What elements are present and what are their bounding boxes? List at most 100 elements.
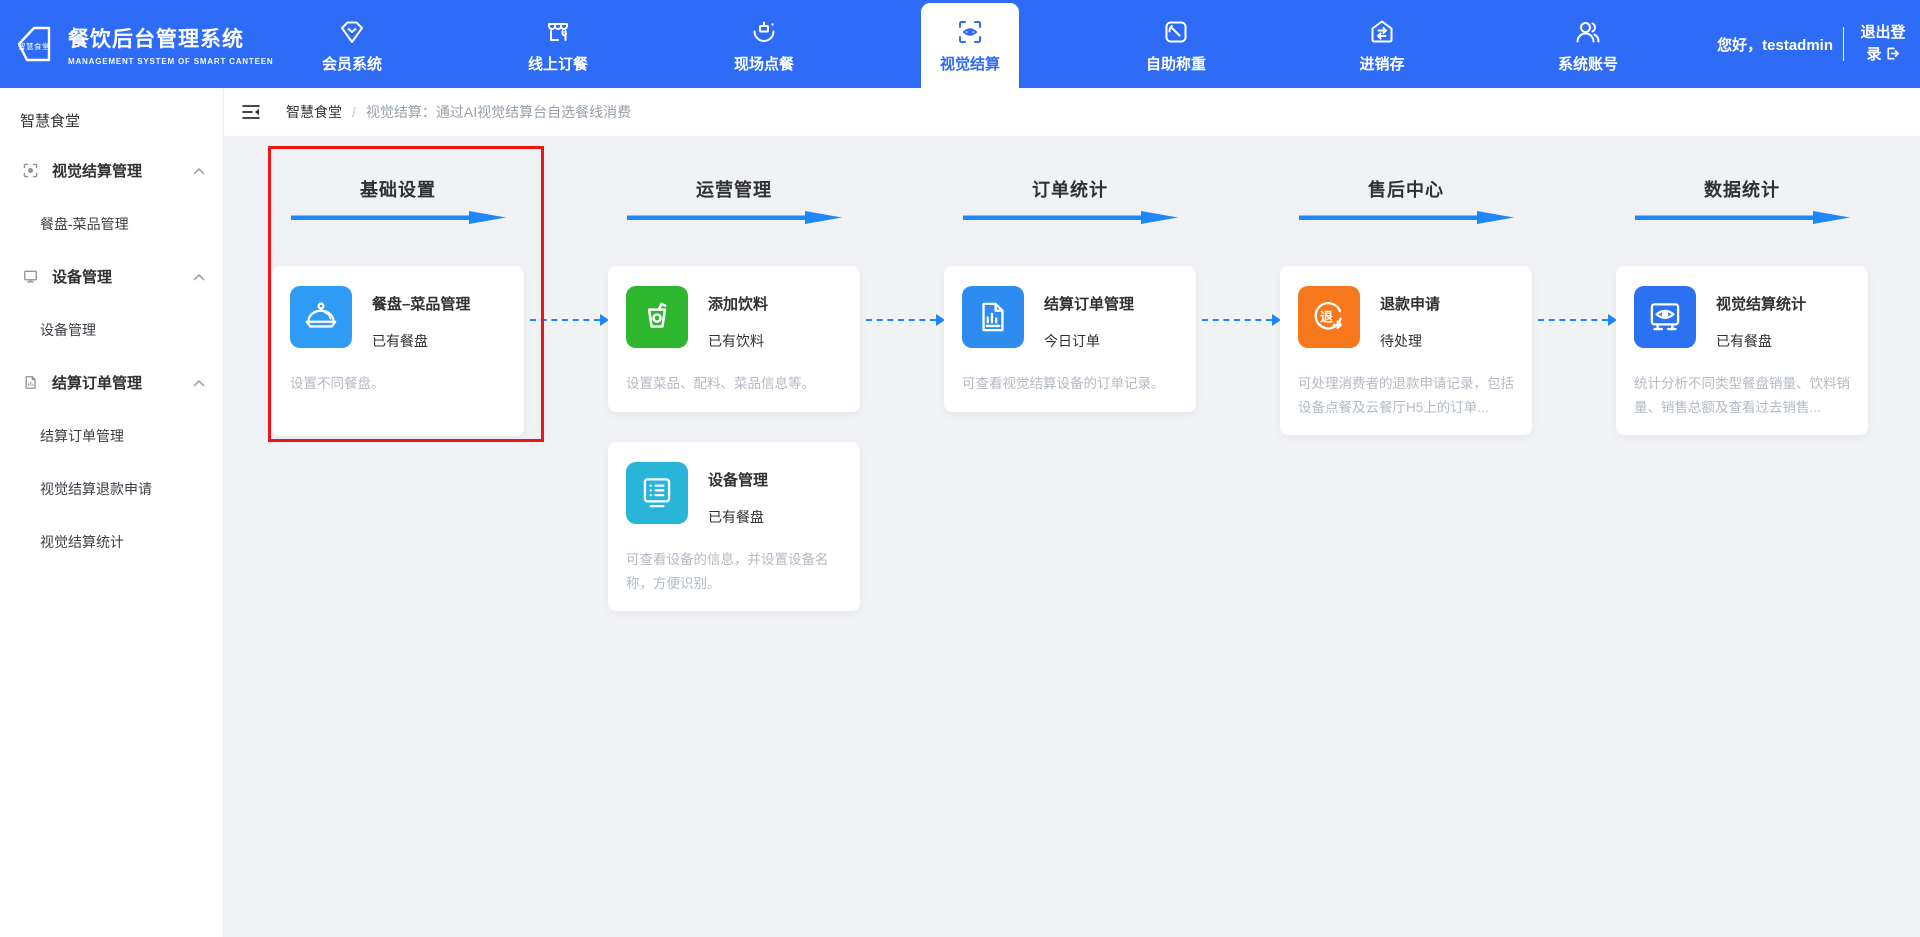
card-desc: 统计分析不同类型餐盘销量、饮料销量、销售总额及查看过去销售...	[1634, 372, 1850, 419]
sidebar-group-label: 设备管理	[52, 266, 112, 287]
vision-scan-icon	[22, 162, 40, 180]
sidebar-item-visual-refund-request[interactable]: 视觉结算退款申请	[0, 462, 223, 515]
nav-item-label: 现场点餐	[734, 53, 794, 74]
breadcrumb-separator: /	[352, 104, 356, 120]
flow-column-basic-settings: 基础设置 餐盘–菜品管理 已有餐盘 设置不同餐盘。	[272, 136, 524, 436]
sidebar-title: 智慧食堂	[0, 88, 223, 144]
document-icon	[22, 374, 40, 392]
nav-item-label: 进销存	[1359, 53, 1404, 74]
divider	[1843, 27, 1844, 61]
main-content: 基础设置 餐盘–菜品管理 已有餐盘 设置不同餐盘。 运营管理	[224, 136, 1920, 937]
sidebar-group-label: 结算订单管理	[52, 372, 142, 393]
card-status: 已有餐盘	[708, 507, 768, 527]
logo-text: 智慧食堂	[18, 41, 50, 52]
logo: 智慧食堂	[10, 20, 58, 68]
column-arrow-icon	[1635, 211, 1850, 224]
page-title: 餐饮后台管理系统	[68, 23, 273, 53]
sidebar-item-dish-menu-mgmt[interactable]: 餐盘-菜品管理	[0, 197, 223, 250]
app-titles: 餐饮后台管理系统 MANAGEMENT SYSTEM OF SMART CANT…	[68, 23, 273, 66]
chevron-up-icon	[193, 167, 205, 175]
flow-connector-arrow	[866, 319, 936, 321]
column-arrow-icon	[291, 211, 506, 224]
card-title: 添加饮料	[708, 293, 768, 314]
sidebar-item-label: 餐盘-菜品管理	[40, 214, 129, 234]
sidebar: 智慧食堂 视觉结算管理 餐盘-菜品管理 设备管理 设备管理 结算订单管理 结算订…	[0, 88, 224, 937]
card-device-mgmt[interactable]: 设备管理 已有餐盘 可查看设备的信息，并设置设备名称，方便识别。	[608, 442, 860, 611]
drink-cup-icon	[626, 286, 688, 348]
nav-item-label: 视觉结算	[940, 53, 1000, 74]
column-arrow-icon	[1299, 211, 1514, 224]
sidebar-group-label: 视觉结算管理	[52, 160, 142, 181]
card-refund-request[interactable]: 退 退款申请 待处理 可处理消费者的退款申请记录，包括设备点餐及云餐厅H5上的订…	[1280, 266, 1532, 435]
sidebar-item-visual-checkout-stats[interactable]: 视觉结算统计	[0, 515, 223, 568]
card-title: 餐盘–菜品管理	[372, 293, 470, 314]
nav-item-onsite-ordering[interactable]: 现场点餐	[661, 0, 867, 88]
breadcrumb-root[interactable]: 智慧食堂	[286, 102, 342, 122]
card-visual-checkout-stats[interactable]: 视觉结算统计 已有餐盘 统计分析不同类型餐盘销量、饮料销量、销售总额及查看过去销…	[1616, 266, 1868, 435]
card-desc: 设置不同餐盘。	[290, 372, 506, 396]
nav-item-visual-checkout[interactable]: 视觉结算	[867, 0, 1073, 88]
device-screen-icon	[626, 462, 688, 524]
column-arrow-icon	[627, 211, 842, 224]
breadcrumb-bar: 智慧食堂 / 视觉结算：通过AI视觉结算台自选餐线消费	[224, 88, 1920, 136]
user-area: 您好，testadmin 退出登录	[1717, 0, 1912, 88]
cloche-icon	[290, 286, 352, 348]
sidebar-item-device-mgmt[interactable]: 设备管理	[0, 303, 223, 356]
sidebar-group-settlement-orders[interactable]: 结算订单管理	[0, 356, 223, 409]
gem-icon	[338, 17, 366, 47]
nav-item-member-system[interactable]: 会员系统	[249, 0, 455, 88]
card-desc: 设置菜品、配料、菜品信息等。	[626, 372, 842, 396]
nav-item-label: 线上订餐	[528, 53, 588, 74]
card-add-drinks[interactable]: 添加饮料 已有饮料 设置菜品、配料、菜品信息等。	[608, 266, 860, 412]
card-title: 结算订单管理	[1044, 293, 1134, 314]
logout-button[interactable]: 退出登录	[1854, 22, 1912, 67]
sidebar-item-settlement-order-mgmt[interactable]: 结算订单管理	[0, 409, 223, 462]
user-greeting: 您好，testadmin	[1717, 34, 1833, 55]
card-status: 已有饮料	[708, 331, 768, 351]
card-dish-menu-mgmt[interactable]: 餐盘–菜品管理 已有餐盘 设置不同餐盘。	[272, 266, 524, 436]
sidebar-group-visual-checkout-mgmt[interactable]: 视觉结算管理	[0, 144, 223, 197]
card-desc: 可处理消费者的退款申请记录，包括设备点餐及云餐厅H5上的订单...	[1298, 372, 1514, 419]
column-title: 订单统计	[944, 176, 1196, 202]
logout-icon	[1885, 46, 1900, 61]
card-desc: 可查看设备的信息，并设置设备名称，方便识别。	[626, 548, 842, 595]
nav-item-system-account[interactable]: 系统账号	[1485, 0, 1691, 88]
card-status: 今日订单	[1044, 331, 1134, 351]
refund-icon: 退	[1298, 286, 1360, 348]
flow-column-operations: 运营管理 添加饮料 已有饮料 设置菜品、配料、菜品信息等。	[608, 136, 860, 611]
storefront-icon	[544, 17, 572, 47]
card-title: 视觉结算统计	[1716, 293, 1806, 314]
card-title: 退款申请	[1380, 293, 1440, 314]
nav-item-label: 会员系统	[322, 53, 382, 74]
column-title: 基础设置	[272, 176, 524, 202]
sidebar-item-label: 视觉结算退款申请	[40, 479, 152, 499]
column-title: 售后中心	[1280, 176, 1532, 202]
chevron-up-icon	[193, 379, 205, 387]
report-doc-icon	[962, 286, 1024, 348]
menu-fold-icon[interactable]	[242, 104, 260, 120]
top-nav: 会员系统 线上订餐 现场点餐	[249, 0, 1691, 88]
nav-item-inventory[interactable]: 进销存	[1279, 0, 1485, 88]
sidebar-item-label: 视觉结算统计	[40, 532, 124, 552]
scale-gauge-icon	[1162, 17, 1190, 47]
brand: 智慧食堂 餐饮后台管理系统 MANAGEMENT SYSTEM OF SMART…	[10, 0, 273, 88]
card-title: 设备管理	[708, 469, 768, 490]
sidebar-group-device-mgmt[interactable]: 设备管理	[0, 250, 223, 303]
card-status: 已有餐盘	[372, 331, 470, 351]
card-settlement-order-mgmt[interactable]: 结算订单管理 今日订单 可查看视觉结算设备的订单记录。	[944, 266, 1196, 412]
app-header: 智慧食堂 餐饮后台管理系统 MANAGEMENT SYSTEM OF SMART…	[0, 0, 1920, 88]
nav-item-online-ordering[interactable]: 线上订餐	[455, 0, 661, 88]
column-title: 运营管理	[608, 176, 860, 202]
flow-column-after-sales: 售后中心 退 退款申请 待处理 可处理消费者的退款申请记录，包括设备点餐及云餐厅…	[1280, 136, 1532, 435]
nav-item-self-weighing[interactable]: 自助称重	[1073, 0, 1279, 88]
flow-connector-arrow	[1538, 319, 1608, 321]
page-subtitle: MANAGEMENT SYSTEM OF SMART CANTEEN	[68, 57, 273, 66]
monitor-eye-icon	[1634, 286, 1696, 348]
flow-column-data-stats: 数据统计 视觉结算统计 已有餐盘 统计分析不同类型餐盘销量、饮料销量、销售总额及…	[1616, 136, 1868, 435]
chevron-up-icon	[193, 273, 205, 281]
flow-connector-arrow	[1202, 319, 1272, 321]
nav-item-label: 自助称重	[1146, 53, 1206, 74]
app-window: 智慧食堂 餐饮后台管理系统 MANAGEMENT SYSTEM OF SMART…	[0, 0, 1920, 937]
column-title: 数据统计	[1616, 176, 1868, 202]
column-arrow-icon	[963, 211, 1178, 224]
